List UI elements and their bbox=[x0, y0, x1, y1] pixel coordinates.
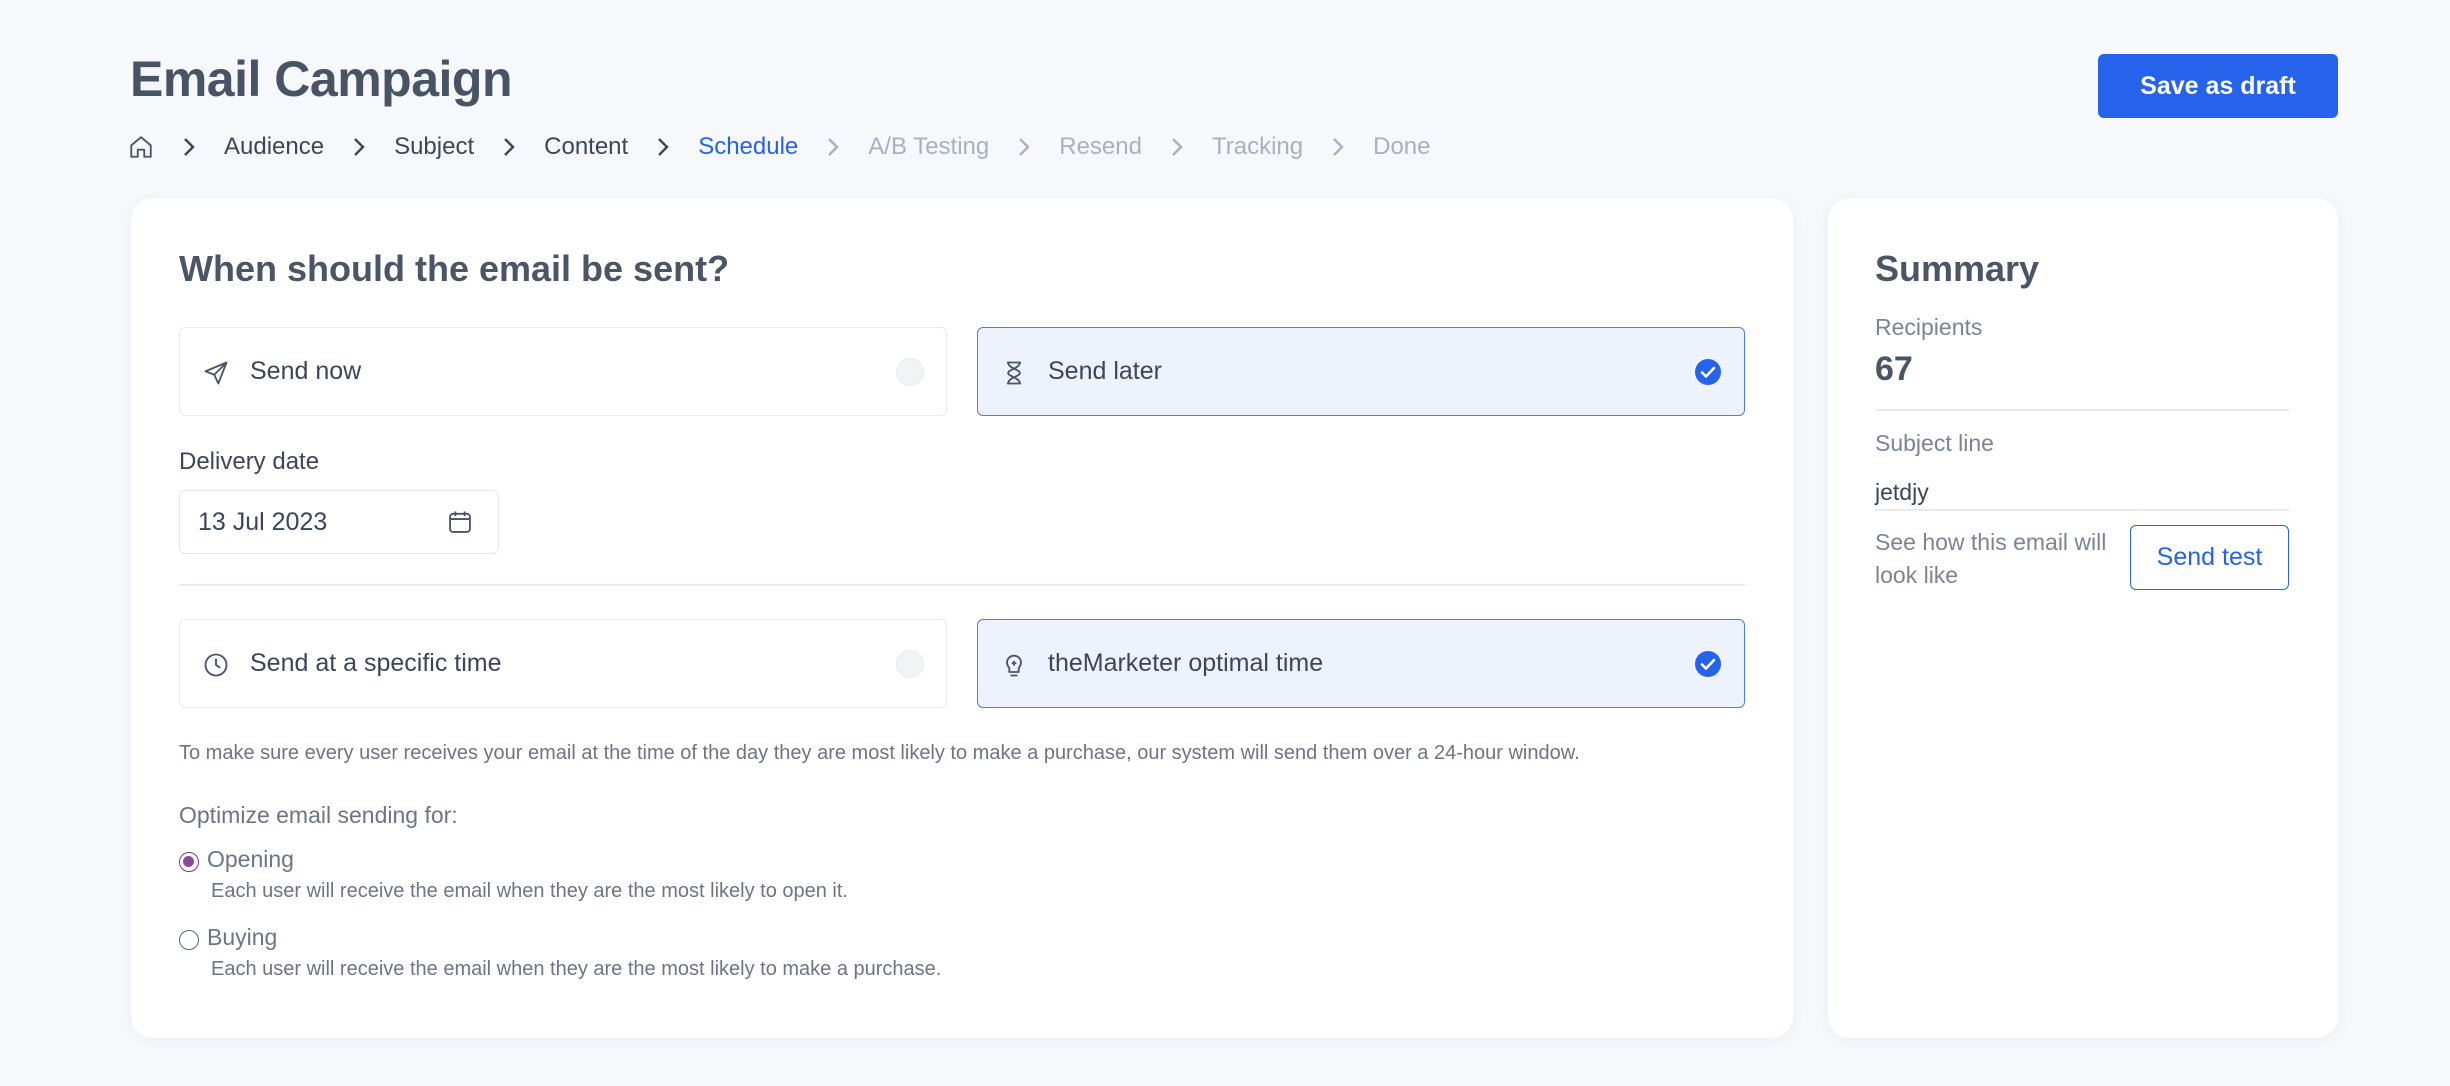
send-later-label: Send later bbox=[1048, 357, 1162, 385]
chevron-right-icon bbox=[348, 134, 370, 160]
breadcrumb-step-subject[interactable]: Subject bbox=[394, 133, 474, 161]
breadcrumb-step-schedule[interactable]: Schedule bbox=[698, 133, 798, 161]
buying-radio[interactable] bbox=[179, 930, 199, 950]
specific-time-option[interactable]: Send at a specific time bbox=[179, 619, 947, 708]
chevron-right-icon bbox=[178, 134, 200, 160]
section-divider bbox=[179, 584, 1745, 586]
save-as-draft-button[interactable]: Save as draft bbox=[2098, 54, 2338, 118]
send-icon bbox=[202, 359, 230, 387]
breadcrumb: Audience Subject Content Schedule A/B Te… bbox=[128, 128, 1431, 166]
optimize-heading: Optimize email sending for: bbox=[179, 802, 458, 828]
chevron-right-icon bbox=[1327, 134, 1349, 160]
delivery-date-input[interactable]: 13 Jul 2023 bbox=[179, 490, 499, 554]
chevron-right-icon bbox=[1166, 134, 1188, 160]
opening-label: Opening bbox=[207, 846, 294, 872]
check-circle-icon[interactable] bbox=[1694, 358, 1722, 386]
optimal-time-label: theMarketer optimal time bbox=[1048, 649, 1324, 677]
breadcrumb-step-resend[interactable]: Resend bbox=[1059, 133, 1142, 161]
opening-radio[interactable] bbox=[179, 852, 199, 872]
recipients-count: 67 bbox=[1875, 350, 1913, 388]
hourglass-icon bbox=[1000, 359, 1028, 387]
brain-icon bbox=[1000, 651, 1028, 679]
summary-divider bbox=[1875, 409, 2289, 411]
breadcrumb-step-tracking[interactable]: Tracking bbox=[1212, 133, 1303, 161]
optimal-time-option[interactable]: theMarketer optimal time bbox=[977, 619, 1745, 708]
chevron-right-icon bbox=[1013, 134, 1035, 160]
page-title: Email Campaign bbox=[130, 51, 513, 107]
subject-line-label: Subject line bbox=[1875, 430, 1994, 456]
chevron-right-icon bbox=[652, 134, 674, 160]
specific-time-radio[interactable] bbox=[896, 650, 924, 678]
summary-divider bbox=[1875, 509, 2289, 511]
send-now-option[interactable]: Send now bbox=[179, 327, 947, 416]
breadcrumb-step-audience[interactable]: Audience bbox=[224, 133, 324, 161]
send-now-label: Send now bbox=[250, 357, 362, 385]
home-icon[interactable] bbox=[128, 134, 154, 160]
schedule-title: When should the email be sent? bbox=[179, 248, 730, 289]
check-circle-icon[interactable] bbox=[1694, 650, 1722, 678]
summary-card: Summary Recipients 67 Subject line jetdj… bbox=[1828, 198, 2338, 1038]
buying-label: Buying bbox=[207, 924, 278, 950]
optimal-time-help-text: To make sure every user receives your em… bbox=[179, 742, 1580, 764]
subject-line-value: jetdjy bbox=[1875, 479, 1929, 505]
summary-title: Summary bbox=[1875, 248, 2040, 289]
recipients-label: Recipients bbox=[1875, 314, 1983, 340]
specific-time-label: Send at a specific time bbox=[250, 649, 502, 677]
chevron-right-icon bbox=[822, 134, 844, 160]
breadcrumb-step-done[interactable]: Done bbox=[1373, 133, 1430, 161]
breadcrumb-step-ab-testing[interactable]: A/B Testing bbox=[868, 133, 989, 161]
send-test-button[interactable]: Send test bbox=[2130, 525, 2289, 590]
breadcrumb-step-content[interactable]: Content bbox=[544, 133, 628, 161]
delivery-date-value: 13 Jul 2023 bbox=[198, 508, 328, 536]
send-later-option[interactable]: Send later bbox=[977, 327, 1745, 416]
schedule-card: When should the email be sent? Send now … bbox=[131, 198, 1793, 1038]
calendar-icon[interactable] bbox=[446, 508, 474, 536]
send-now-radio[interactable] bbox=[896, 358, 924, 386]
clock-icon bbox=[202, 651, 230, 679]
buying-description: Each user will receive the email when th… bbox=[211, 958, 942, 980]
delivery-date-label: Delivery date bbox=[179, 448, 320, 475]
preview-description: See how this email will look like bbox=[1875, 529, 2107, 588]
chevron-right-icon bbox=[498, 134, 520, 160]
opening-description: Each user will receive the email when th… bbox=[211, 880, 848, 902]
